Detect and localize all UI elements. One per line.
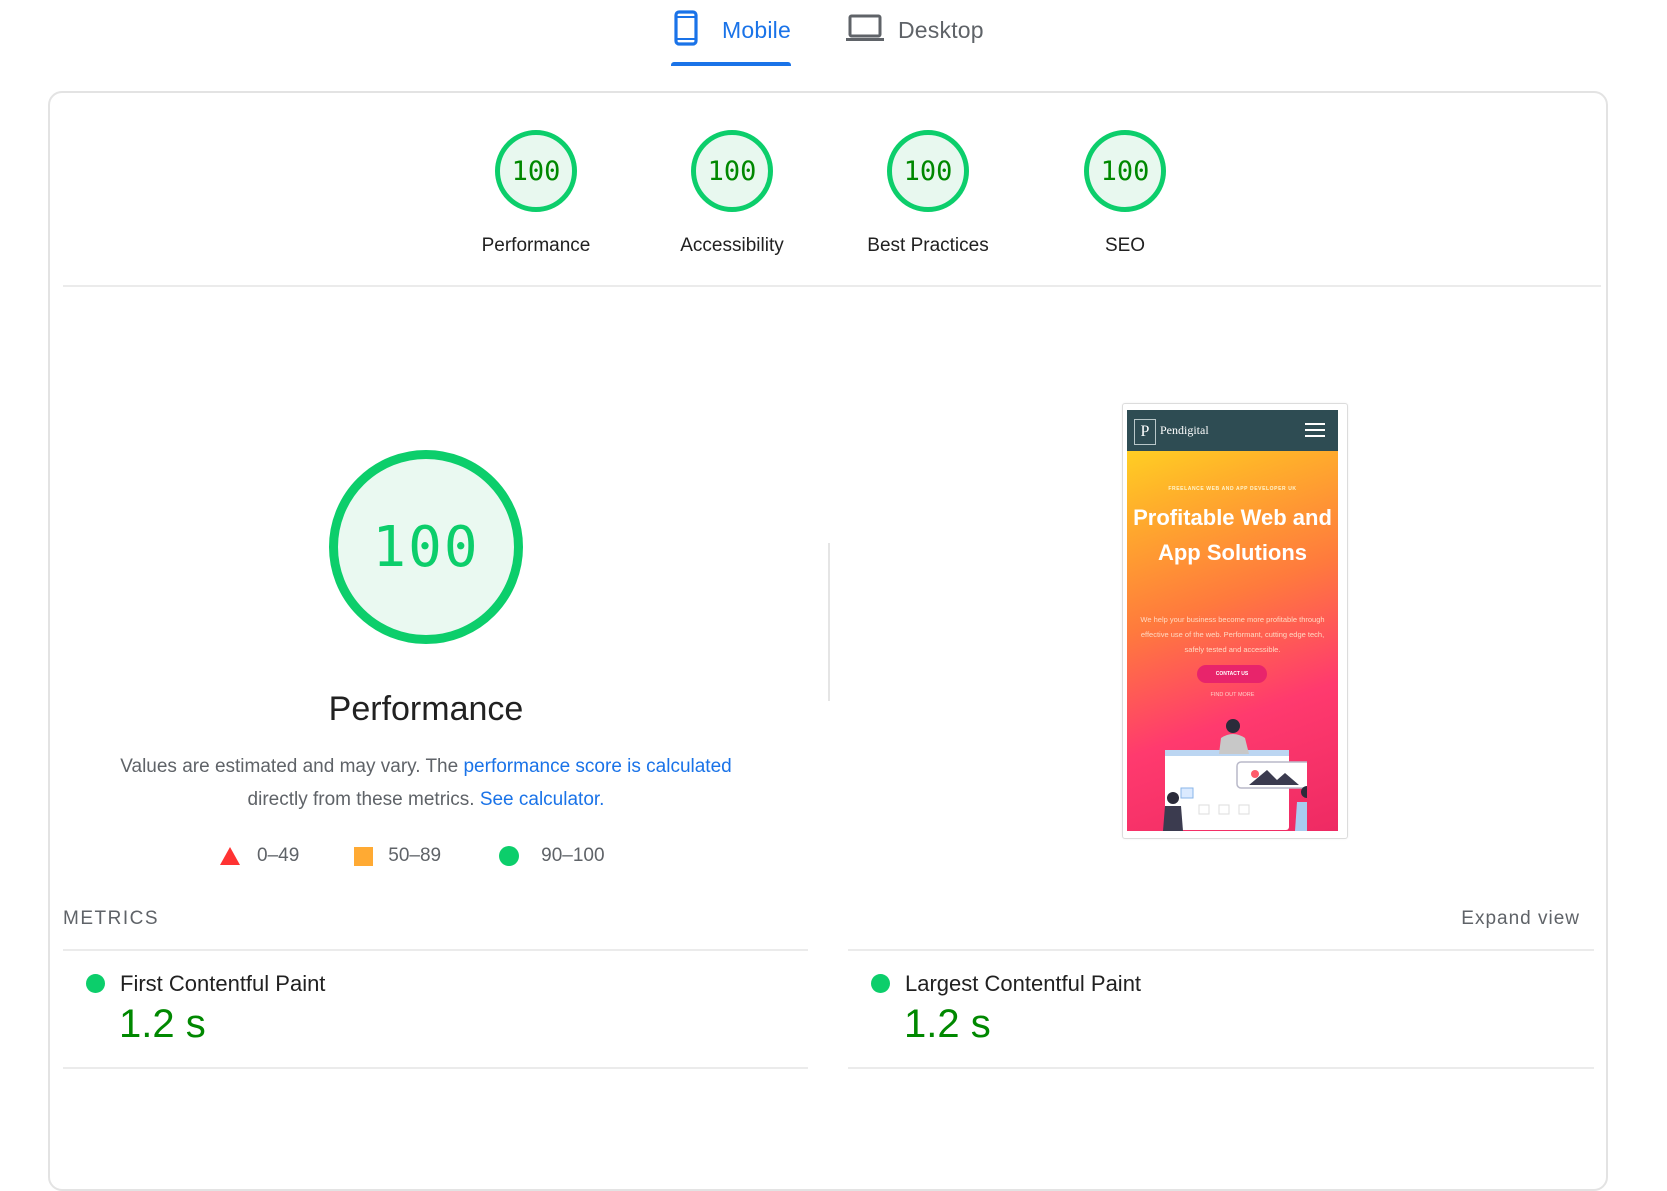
triangle-icon [220,847,240,865]
gauge-label: Accessibility [680,235,784,256]
metric-value: 1.2 s [904,1002,991,1046]
gauge-label: SEO [1104,235,1146,256]
tab-mobile[interactable]: Mobile [674,0,791,60]
score-ring: 100 [495,130,577,212]
gauge-seo[interactable]: 100 SEO [1045,130,1205,257]
gauge-best-practices[interactable]: 100 Best Practices [848,130,1008,257]
legend-range: 50–89 [388,845,442,866]
score-legend: 0–49 50–89 90–100 [220,845,605,867]
score-ring: 100 [691,130,773,212]
site-cta: CONTACT US [1197,665,1267,683]
see-calculator-link[interactable]: See calculator. [480,789,605,810]
site-body: We help your business become more profit… [1140,615,1325,654]
circle-icon [499,846,520,866]
gauge-label: Performance [481,235,591,256]
score-value: 100 [707,155,757,187]
score-calculated-link[interactable]: performance score is calculated [463,756,731,777]
score-value: 100 [511,155,561,187]
gauges-divider [63,285,1601,287]
site-illustration [1163,719,1307,831]
gauge-performance[interactable]: 100 Performance [456,130,616,257]
metric-label: First Contentful Paint [120,971,326,996]
vertical-divider [828,543,830,701]
site-headline: Profitable Web and App Solutions [1133,505,1332,565]
performance-description: Values are estimated and may vary. The p… [96,750,756,816]
legend-pass: 90–100 [499,845,605,867]
metric-label: Largest Contentful Paint [905,971,1142,996]
site-find-more: FIND OUT MORE [1210,692,1255,698]
expand-view-toggle[interactable]: Expand view [1461,908,1580,930]
legend-fail: 0–49 [220,845,299,867]
pass-circle-icon [871,974,890,993]
hamburger-menu-icon [1305,423,1325,441]
performance-score: 100 [372,514,480,580]
metrics-divider-left [63,949,808,951]
metric-value: 1.2 s [119,1002,206,1046]
pass-circle-icon [86,974,105,993]
score-ring: 100 [887,130,969,212]
metrics-heading: METRICS [63,908,159,929]
legend-range: 0–49 [257,845,300,866]
legend-average: 50–89 [354,845,441,867]
site-header: P Pendigital [1127,410,1338,451]
phone-icon [674,9,698,51]
performance-gauge: 100 [329,450,523,644]
final-screenshot[interactable]: P Pendigital FREELANCE WEB AND APP DEVEL… [1127,410,1338,831]
metrics-divider-right [848,949,1594,951]
active-tab-indicator [671,62,791,66]
site-kicker: FREELANCE WEB AND APP DEVELOPER UK [1168,486,1297,492]
tab-desktop[interactable]: Desktop [846,0,984,60]
gauge-label: Best Practices [867,235,989,256]
score-value: 100 [1100,155,1150,187]
score-value: 100 [903,155,953,187]
metric-row-divider [848,1067,1594,1069]
score-ring: 100 [1084,130,1166,212]
tab-desktop-label: Desktop [898,16,984,43]
laptop-icon [846,13,884,48]
legend-range: 90–100 [541,845,605,866]
gauge-accessibility[interactable]: 100 Accessibility [652,130,812,257]
site-brand: Pendigital [1160,423,1209,437]
metric-row-divider [63,1067,808,1069]
site-logo: P [1134,419,1156,445]
performance-title: Performance [328,690,524,728]
desc-text: directly from these metrics. [247,789,480,810]
tab-mobile-label: Mobile [722,16,791,43]
desc-text: Values are estimated and may vary. The [120,756,464,777]
square-icon [354,846,374,866]
